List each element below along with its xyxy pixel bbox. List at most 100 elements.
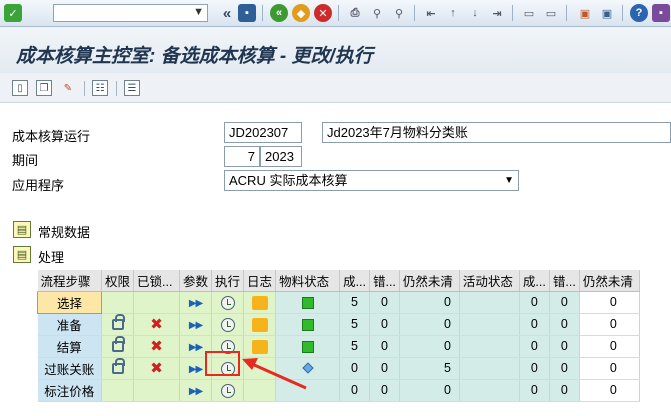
parameters-icon[interactable]: ▶▶ (189, 386, 203, 397)
check-icon[interactable]: ✓ (4, 4, 22, 22)
application-select[interactable]: ACRU 实际成本核算 ▼ (224, 170, 519, 191)
shortcut-icon[interactable]: ▭ (542, 4, 560, 22)
run-description-field[interactable]: Jd2023年7月物料分类账 (322, 122, 671, 143)
locked-cell[interactable]: ✖ (133, 313, 181, 336)
locked-cell[interactable]: ✖ (133, 357, 181, 380)
auth-cell[interactable] (101, 335, 135, 358)
step-cell[interactable]: 准备 (37, 313, 102, 336)
params-cell[interactable]: ▶▶ (179, 313, 213, 336)
col-header-execute[interactable]: 执行 (211, 270, 245, 292)
processing-label[interactable]: 处理 (38, 247, 64, 266)
back-double-icon[interactable]: « (218, 4, 236, 22)
col-header-open-1[interactable]: 仍然未清 (399, 270, 460, 292)
display-icon[interactable]: ▣ (598, 4, 616, 22)
table-row[interactable]: 准备 ✖ ▶▶ 5 0 0 0 0 0 (37, 313, 640, 336)
error-count: 0 (369, 357, 400, 380)
col-header-params[interactable]: 参数 (179, 270, 213, 292)
processing-icon[interactable]: ▤ (13, 246, 31, 263)
dropdown-icon[interactable]: ▼ (193, 6, 204, 18)
success-count: 0 (339, 379, 370, 402)
red-x-icon[interactable]: ✖ (150, 316, 163, 333)
table-row[interactable]: 结算 ✖ ▶▶ 5 0 0 0 0 0 (37, 335, 640, 358)
open-count: 0 (399, 335, 460, 358)
col-header-error-1[interactable]: 错... (369, 270, 400, 292)
col-header-activity-status[interactable]: 活动状态 (459, 270, 520, 292)
last-page-icon[interactable]: ⇥ (488, 4, 506, 22)
status-green-icon (301, 296, 314, 309)
prev-page-icon[interactable]: ↑ (444, 4, 462, 22)
col-header-auth[interactable]: 权限 (101, 270, 135, 292)
table-row[interactable]: 选择 ▶▶ 5 0 0 0 0 0 (37, 290, 640, 314)
locked-cell[interactable]: ✖ (133, 335, 181, 358)
params-cell[interactable]: ▶▶ (179, 291, 213, 314)
back-icon[interactable]: « (270, 4, 288, 22)
layout-icon[interactable]: ▣ (576, 4, 594, 22)
copy-icon[interactable]: ❐ (36, 80, 52, 96)
next-page-icon[interactable]: ↓ (466, 4, 484, 22)
col-header-open-2[interactable]: 仍然未清 (579, 270, 640, 292)
red-x-icon[interactable]: ✖ (150, 360, 163, 377)
lock-open-icon[interactable] (111, 314, 125, 330)
execute-icon[interactable] (220, 383, 235, 398)
help-icon[interactable]: ? (630, 4, 648, 22)
table-row[interactable]: 标注价格 ▶▶ 0 0 0 0 0 0 (37, 379, 640, 402)
period-year-input[interactable]: 2023 (260, 146, 302, 167)
open-count: 0 (399, 379, 460, 402)
run-input[interactable]: JD202307 (224, 122, 302, 143)
save-icon[interactable]: ▪ (238, 4, 256, 22)
step-cell[interactable]: 选择 (37, 290, 102, 314)
new-session-icon[interactable]: ▭ (520, 4, 538, 22)
params-cell[interactable]: ▶▶ (179, 379, 213, 402)
col-header-success-1[interactable]: 成... (339, 270, 370, 292)
execute-icon[interactable] (220, 317, 235, 332)
application-toolbar: ▯ ❐ ✎ ☷ ☰ (0, 73, 671, 103)
execute-cell[interactable] (211, 291, 245, 314)
col-header-error-2[interactable]: 错... (549, 270, 580, 292)
general-data-label[interactable]: 常规数据 (38, 222, 90, 241)
col-header-step[interactable]: 流程步骤 (37, 270, 102, 292)
cancel-icon[interactable]: ✕ (314, 4, 332, 22)
red-x-icon[interactable]: ✖ (150, 338, 163, 355)
lock-open-icon[interactable] (111, 358, 125, 374)
activity-status-cell (459, 379, 520, 402)
success-count: 5 (339, 291, 370, 314)
log-cell[interactable] (243, 313, 277, 336)
auth-cell[interactable] (101, 357, 135, 380)
hierarchy-icon[interactable]: ☷ (92, 80, 108, 96)
log-icon[interactable] (251, 317, 268, 332)
print-icon[interactable]: ⎙ (346, 4, 364, 22)
command-field[interactable]: ▼ (53, 4, 208, 22)
execute-icon[interactable] (220, 295, 235, 310)
col-header-success-2[interactable]: 成... (519, 270, 550, 292)
parameters-icon[interactable]: ▶▶ (189, 364, 203, 375)
log-cell[interactable] (243, 291, 277, 314)
col-header-locked[interactable]: 已锁... (133, 270, 181, 292)
period-month-input[interactable]: 7 (224, 146, 260, 167)
step-cell[interactable]: 标注价格 (37, 379, 102, 402)
general-data-icon[interactable]: ▤ (13, 221, 31, 238)
tools-icon[interactable]: ✎ (60, 80, 76, 96)
details-icon[interactable]: ☰ (124, 80, 140, 96)
step-cell[interactable]: 结算 (37, 335, 102, 358)
parameters-icon[interactable]: ▶▶ (189, 342, 203, 353)
exit-icon[interactable]: ◆ (292, 4, 310, 22)
log-icon[interactable] (251, 339, 268, 354)
parameters-icon[interactable]: ▶▶ (189, 298, 203, 309)
new-document-icon[interactable]: ▯ (12, 80, 28, 96)
col-header-log[interactable]: 日志 (243, 270, 277, 292)
customize-icon[interactable]: ▪ (652, 4, 670, 22)
find-icon[interactable]: ⚲ (368, 4, 386, 22)
col-header-material-status[interactable]: 物料状态 (275, 270, 341, 292)
find-next-icon[interactable]: ⚲ (390, 4, 408, 22)
step-cell[interactable]: 过账关账 (37, 357, 102, 380)
execute-cell[interactable] (211, 313, 245, 336)
log-icon[interactable] (251, 295, 268, 310)
lock-open-icon[interactable] (111, 336, 125, 352)
table-row[interactable]: 过账关账 ✖ ▶▶ 0 0 5 0 0 0 (37, 357, 640, 380)
parameters-icon[interactable]: ▶▶ (189, 320, 203, 331)
error-count-2: 0 (549, 379, 580, 402)
success-count: 0 (339, 357, 370, 380)
first-page-icon[interactable]: ⇤ (422, 4, 440, 22)
chevron-down-icon[interactable]: ▼ (504, 172, 514, 189)
auth-cell[interactable] (101, 313, 135, 336)
